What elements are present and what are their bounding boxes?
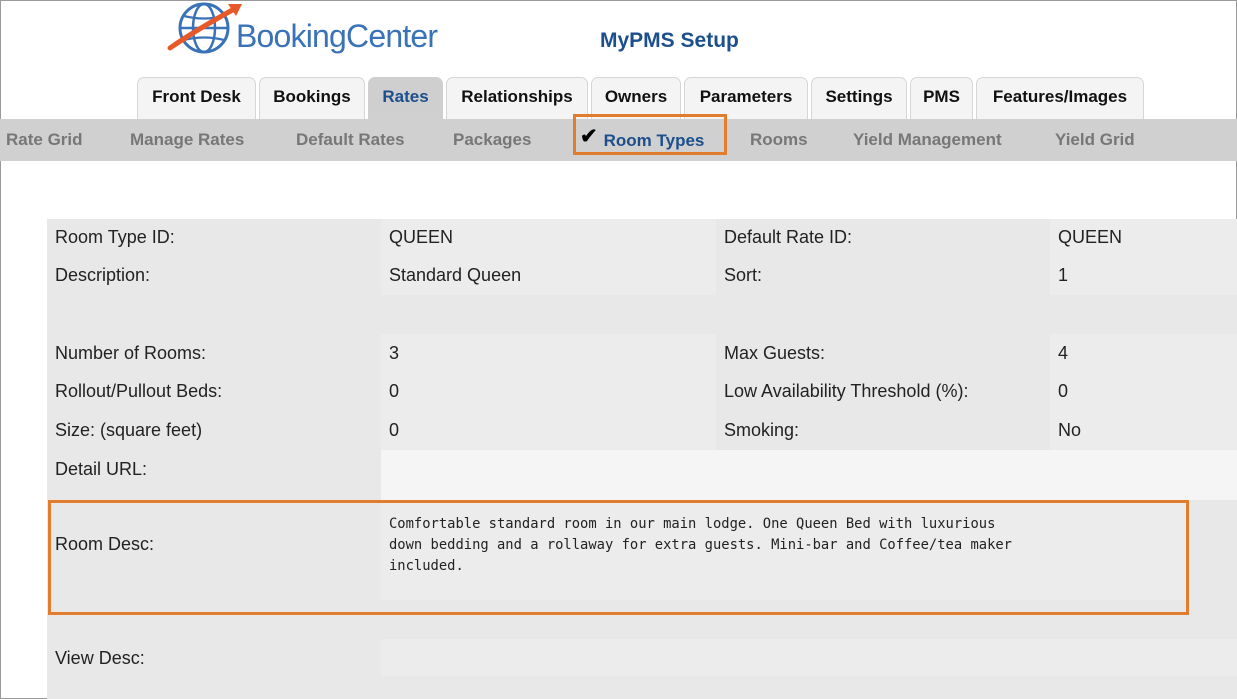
tab-front-desk[interactable]: Front Desk	[137, 77, 256, 119]
subnav-yield-management[interactable]: Yield Management	[853, 119, 1002, 161]
number-of-rooms-value[interactable]: 3	[389, 343, 399, 364]
tab-settings[interactable]: Settings	[811, 77, 907, 119]
max-guests-label: Max Guests:	[724, 343, 826, 363]
room-types-highlight	[573, 114, 727, 155]
size-label: Size: (square feet)	[55, 420, 203, 440]
smoking-label: Smoking:	[724, 420, 800, 440]
low-availability-value[interactable]: 0	[1058, 381, 1068, 402]
description-value[interactable]: Standard Queen	[389, 265, 521, 286]
tab-rates[interactable]: Rates	[368, 77, 443, 119]
room-desc-highlight	[48, 500, 1189, 615]
tab-parameters[interactable]: Parameters	[684, 77, 808, 119]
tab-bookings[interactable]: Bookings	[259, 77, 365, 119]
tab-features-images[interactable]: Features/Images	[976, 77, 1144, 119]
subnav-yield-grid[interactable]: Yield Grid	[1055, 119, 1135, 161]
sort-label: Sort:	[724, 265, 763, 285]
size-value[interactable]: 0	[389, 420, 399, 441]
tab-relationships[interactable]: Relationships	[446, 77, 588, 119]
view-desc-label: View Desc:	[55, 648, 145, 668]
tab-owners[interactable]: Owners	[591, 77, 681, 119]
detail-url-cell	[381, 450, 1237, 500]
subnav-rate-grid[interactable]: Rate Grid	[6, 119, 83, 161]
subnav-default-rates[interactable]: Default Rates	[296, 119, 405, 161]
description-label: Description:	[55, 265, 151, 285]
max-guests-value[interactable]: 4	[1058, 343, 1068, 364]
default-rate-id-label: Default Rate ID:	[724, 227, 853, 247]
number-of-rooms-label: Number of Rooms:	[55, 343, 207, 363]
default-rate-id-value[interactable]: QUEEN	[1058, 227, 1122, 248]
room-type-id-value[interactable]: QUEEN	[389, 227, 453, 248]
subnav-rooms[interactable]: Rooms	[750, 119, 808, 161]
subnav-manage-rates[interactable]: Manage Rates	[130, 119, 244, 161]
subnav-packages[interactable]: Packages	[453, 119, 531, 161]
sort-value[interactable]: 1	[1058, 265, 1068, 286]
detail-url-label: Detail URL:	[55, 459, 148, 479]
room-type-id-label: Room Type ID:	[55, 227, 175, 247]
rollout-beds-label: Rollout/Pullout Beds:	[55, 381, 223, 401]
page-title: MyPMS Setup	[600, 29, 739, 52]
low-availability-label: Low Availability Threshold (%):	[724, 381, 969, 401]
smoking-value[interactable]: No	[1058, 420, 1081, 441]
tab-pms[interactable]: PMS	[910, 77, 973, 119]
rollout-beds-value[interactable]: 0	[389, 381, 399, 402]
value-cell	[381, 334, 716, 450]
view-desc-cell	[381, 639, 1237, 676]
brand-name: BookingCenter	[236, 18, 438, 54]
